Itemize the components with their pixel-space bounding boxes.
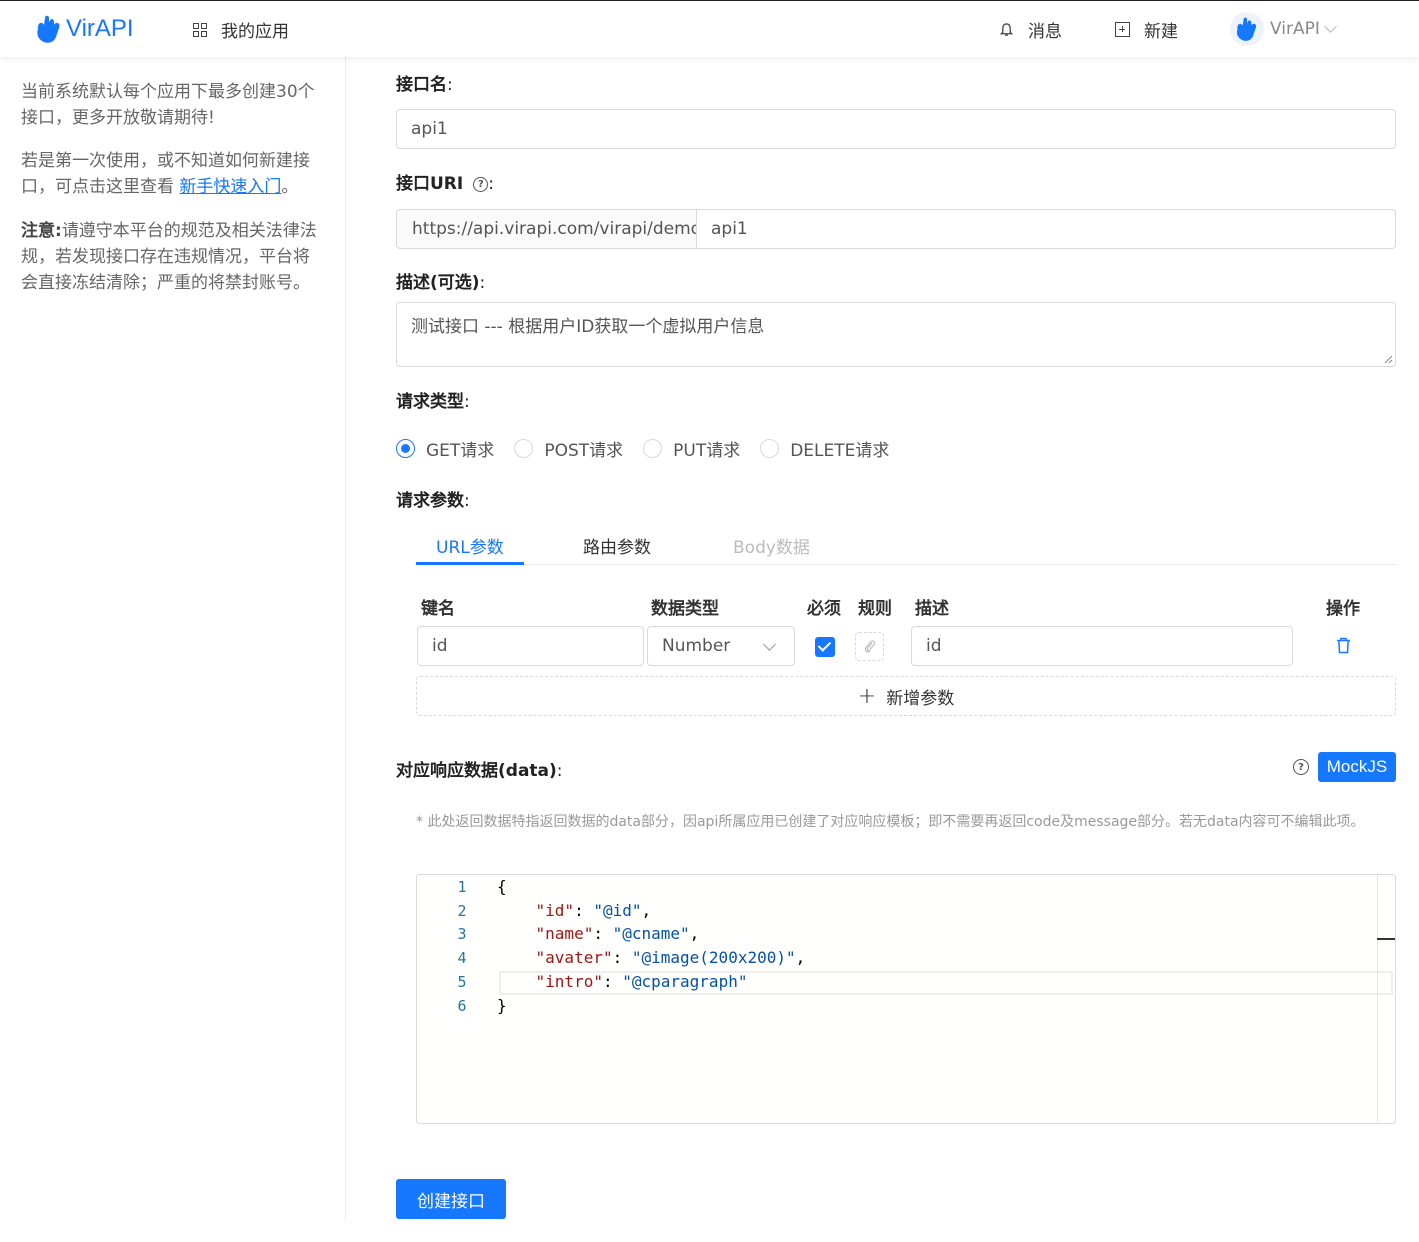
params-tabs: URL参数 路由参数 Body数据 <box>416 527 1396 565</box>
question-icon[interactable]: ? <box>473 176 489 192</box>
tip-notice: 注意:请遵守本平台的规范及相关法律法规，若发现接口存在违规情况，平台将会直接冻结… <box>21 218 326 296</box>
col-desc: 描述 <box>915 599 949 619</box>
delete-icon[interactable] <box>1336 637 1351 654</box>
radio-dot <box>760 439 780 458</box>
line-number: 5 <box>457 973 467 991</box>
editor-scrollbar[interactable] <box>1377 875 1395 1123</box>
plus-icon: + <box>857 683 877 709</box>
messages-button[interactable]: 消息 <box>1000 17 1062 42</box>
tab-ink-bar <box>416 562 524 565</box>
uri-prefix: https://api.virapi.com/virapi/demo/ <box>396 209 707 249</box>
line-number: 3 <box>457 925 467 943</box>
tip-notice-text: 请遵守本平台的规范及相关法律法规，若发现接口存在违规情况，平台将会直接冻结清除；… <box>21 221 317 293</box>
radio-dot <box>514 439 534 458</box>
hand-logo-icon <box>37 15 60 43</box>
radio-dot <box>643 439 663 458</box>
col-action: 操作 <box>1326 599 1360 619</box>
radio-put[interactable]: PUT请求 <box>643 436 740 461</box>
request-type-group: GET请求 POST请求 PUT请求 DELETE请求 <box>396 436 909 461</box>
chevron-down-icon <box>763 638 776 651</box>
tip-limit: 当前系统默认每个应用下最多创建30个接口，更多开放敬请期待! <box>21 82 315 128</box>
avatar <box>1230 12 1264 46</box>
chevron-down-icon <box>1324 19 1337 33</box>
line-number: 6 <box>457 997 467 1015</box>
nav-my-apps[interactable]: 我的应用 <box>193 17 289 42</box>
user-name: VirAPI <box>1270 19 1320 39</box>
col-rule: 规则 <box>858 599 892 619</box>
create-api-button[interactable]: 创建接口 <box>396 1179 506 1219</box>
param-type-select[interactable]: Number <box>647 626 795 666</box>
col-type: 数据类型 <box>651 599 719 619</box>
resize-handle-icon[interactable] <box>1384 355 1393 364</box>
description-textarea[interactable]: 测试接口 --- 根据用户ID获取一个虚拟用户信息 <box>396 302 1396 367</box>
radio-post[interactable]: POST请求 <box>514 436 623 461</box>
param-rule-button[interactable] <box>855 632 884 661</box>
code-line: "intro": "@cparagraph" <box>535 972 748 991</box>
description-text: 测试接口 --- 根据用户ID获取一个虚拟用户信息 <box>411 317 765 337</box>
scrollbar-cursor-marker <box>1377 938 1395 940</box>
col-required: 必须 <box>807 599 841 619</box>
hand-avatar-icon <box>1236 17 1257 41</box>
param-key-input[interactable]: id <box>417 626 644 666</box>
line-number: 1 <box>457 878 467 896</box>
response-note: * 此处返回数据特指返回数据的data部分，因api所属应用已创建了对应响应模板… <box>416 814 1365 830</box>
add-param-button[interactable]: + 新增参数 <box>416 676 1396 716</box>
tip-notice-label: 注意: <box>21 221 62 241</box>
messages-label: 消息 <box>1028 22 1062 42</box>
col-key: 键名 <box>421 599 455 619</box>
paperclip-icon <box>864 639 875 653</box>
request-type-label: 请求类型: <box>396 392 470 412</box>
api-name-input[interactable]: api1 <box>396 109 1396 149</box>
api-name-label: 接口名: <box>396 75 453 95</box>
line-number: 2 <box>457 902 467 920</box>
logo-text: VirAPI <box>66 15 134 42</box>
param-desc-input[interactable]: id <box>911 626 1293 666</box>
line-number: 4 <box>457 949 467 967</box>
sidebar-tips: 当前系统默认每个应用下最多创建30个接口，更多开放敬请期待! 若是第一次使用，或… <box>0 57 346 1222</box>
api-uri-input[interactable]: api1 <box>696 209 1396 249</box>
radio-dot-checked <box>396 439 415 458</box>
bell-icon <box>1000 22 1013 36</box>
request-params-label: 请求参数: <box>396 491 470 511</box>
nav-my-apps-label: 我的应用 <box>221 22 289 42</box>
response-data-label: 对应响应数据(data): <box>396 761 563 781</box>
tab-body-data: Body数据 <box>733 538 810 558</box>
json-code-editor[interactable]: 1 2 3 4 5 6 { "id": "@id", "name": "@cna… <box>416 874 1396 1124</box>
code-line: { <box>497 877 507 896</box>
tab-url-params[interactable]: URL参数 <box>436 533 504 558</box>
tip-first-use: 若是第一次使用，或不知道如何新建接口，可点击这里查看 新手快速入门。 <box>21 148 326 200</box>
description-label: 描述(可选): <box>396 273 486 293</box>
new-button[interactable]: 新建 <box>1115 17 1178 42</box>
code-line: "id": "@id", <box>535 901 652 920</box>
quickstart-link[interactable]: 新手快速入门 <box>179 177 281 197</box>
radio-get[interactable]: GET请求 <box>396 436 494 461</box>
code-line: "name": "@cname", <box>535 924 700 943</box>
tip-first-use-end: 。 <box>281 177 299 197</box>
tab-route-params[interactable]: 路由参数 <box>583 533 651 558</box>
mockjs-button[interactable]: MockJS <box>1318 752 1396 782</box>
apps-grid-icon <box>193 22 207 37</box>
param-type-value: Number <box>662 636 731 656</box>
param-required-checkbox[interactable] <box>815 637 835 657</box>
code-line: "avater": "@image(200x200)", <box>535 948 806 967</box>
code-line: } <box>497 996 507 1015</box>
plus-square-icon <box>1115 22 1130 37</box>
logo[interactable]: VirAPI <box>34 13 134 45</box>
new-label: 新建 <box>1144 22 1178 42</box>
add-param-label: 新增参数 <box>886 688 955 709</box>
top-navbar: VirAPI 我的应用 消息 新建 VirAPI <box>0 0 1419 57</box>
question-icon[interactable]: ? <box>1293 759 1309 775</box>
radio-delete[interactable]: DELETE请求 <box>760 436 889 461</box>
api-uri-label: 接口URI?: <box>396 174 494 194</box>
user-menu[interactable]: VirAPI <box>1230 12 1337 46</box>
